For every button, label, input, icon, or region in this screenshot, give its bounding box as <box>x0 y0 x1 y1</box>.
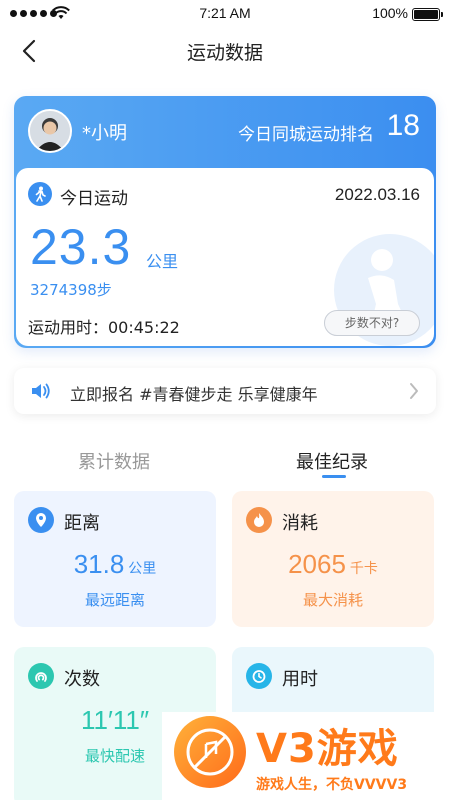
distance-value-row: 31.8 公里 <box>14 549 216 580</box>
steps-wrong-button[interactable]: 步数不对? <box>324 310 420 336</box>
announcement-text: 立即报名 #青春健步走 乐享健康年 <box>70 385 318 404</box>
tab-best-record[interactable]: 最佳纪录 <box>296 448 368 474</box>
distance-value: 31.8 <box>73 549 125 579</box>
page-title: 运动数据 <box>186 42 263 64</box>
avatar[interactable] <box>28 109 72 153</box>
distance-title: 距离 <box>64 513 100 534</box>
walk-icon <box>28 182 52 206</box>
battery-percent: 100% <box>372 5 408 21</box>
today-distance-unit: 公里 <box>146 252 179 271</box>
watermark-title: V3游戏 <box>256 726 399 772</box>
calories-value-row: 2065 千卡 <box>232 549 434 580</box>
status-bar: 7:21 AM 100% <box>0 0 450 28</box>
clock-icon <box>246 663 272 689</box>
count-title: 次数 <box>64 669 100 690</box>
today-panel: 今日运动 2022.03.16 23.3 公里 3274398步 运动用时：00… <box>16 168 434 346</box>
active-tab-indicator <box>322 475 346 478</box>
username: *小明 <box>82 123 127 144</box>
watermark-subtitle: 游戏人生，不负VVVV3 <box>256 777 408 793</box>
distance-subtitle: 最远距离 <box>84 591 145 609</box>
calories-card[interactable]: 消耗 2065 千卡 最大消耗 <box>232 491 434 627</box>
today-distance-value: 23.3 <box>30 219 132 275</box>
profile-card: *小明 今日同城运动排名 18 今日运动 2022.03.16 23.3 公里 … <box>14 96 436 348</box>
tab-cumulative[interactable]: 累计数据 <box>78 448 150 474</box>
today-steps: 3274398步 <box>30 281 112 299</box>
today-duration: 运动用时：00:45:22 <box>28 318 180 337</box>
today-date: 2022.03.16 <box>334 185 420 204</box>
watermark-logo: V3游戏 游戏人生，不负VVVV3 <box>162 712 450 800</box>
music-disc-icon <box>174 716 246 788</box>
rank-label: 今日同城运动排名 <box>238 125 374 145</box>
battery-icon <box>412 8 443 21</box>
flame-icon <box>246 507 272 533</box>
calories-unit: 千卡 <box>349 561 378 577</box>
calories-value: 2065 <box>288 549 346 579</box>
time-title: 用时 <box>282 669 318 690</box>
signal-icon <box>28 663 54 689</box>
today-label: 今日运动 <box>60 189 128 209</box>
nav-bar: 运动数据 <box>0 28 450 74</box>
speaker-icon <box>32 383 50 399</box>
distance-card[interactable]: 距离 31.8 公里 最远距离 <box>14 491 216 627</box>
count-value: 11′11″ <box>80 705 150 735</box>
rank-value: 18 <box>386 109 420 142</box>
chevron-right-icon <box>410 383 418 399</box>
calories-title: 消耗 <box>282 513 318 534</box>
location-icon <box>28 507 54 533</box>
distance-unit: 公里 <box>128 561 157 577</box>
calories-subtitle: 最大消耗 <box>302 591 363 609</box>
announcement-banner[interactable]: 立即报名 #青春健步走 乐享健康年 <box>14 368 436 414</box>
